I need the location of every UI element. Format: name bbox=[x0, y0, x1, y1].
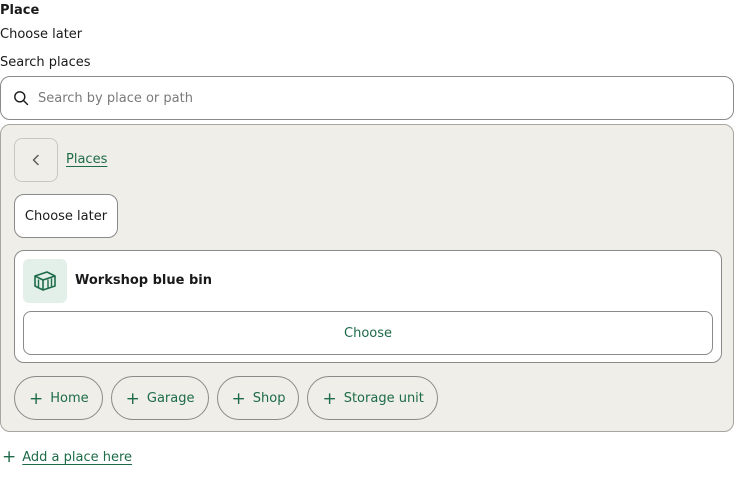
search-icon bbox=[14, 91, 29, 106]
chip-garage[interactable]: + Garage bbox=[110, 376, 209, 420]
add-place-label: Add a place here bbox=[22, 450, 133, 465]
search-box[interactable] bbox=[0, 76, 734, 120]
chip-label: Home bbox=[50, 390, 89, 406]
place-name: Workshop blue bin bbox=[75, 273, 212, 288]
plus-icon: + bbox=[322, 388, 337, 409]
place-chip-list: + Home + Garage + Shop + Storage unit bbox=[14, 376, 438, 420]
back-button[interactable] bbox=[14, 138, 58, 182]
place-icon-tile bbox=[23, 259, 67, 303]
plus-icon: + bbox=[29, 388, 44, 409]
chip-home[interactable]: + Home bbox=[14, 376, 103, 420]
chip-label: Garage bbox=[146, 390, 195, 406]
bin-icon bbox=[34, 271, 56, 291]
plus-icon: + bbox=[231, 388, 246, 409]
search-label: Search places bbox=[0, 55, 91, 70]
choose-button[interactable]: Choose bbox=[23, 311, 713, 355]
current-selection-text: Choose later bbox=[0, 27, 83, 42]
breadcrumb-places-link[interactable]: Places bbox=[66, 152, 107, 167]
chevron-left-icon bbox=[32, 154, 39, 166]
place-card: Workshop blue bin Choose bbox=[14, 250, 722, 363]
chip-storage-unit[interactable]: + Storage unit bbox=[307, 376, 438, 420]
search-input[interactable] bbox=[38, 90, 638, 106]
field-label-place: Place bbox=[0, 3, 40, 18]
chip-shop[interactable]: + Shop bbox=[216, 376, 300, 420]
chip-label: Shop bbox=[252, 390, 286, 406]
add-place-link[interactable]: + Add a place here bbox=[2, 449, 132, 466]
choose-later-button[interactable]: Choose later bbox=[14, 194, 118, 238]
chip-label: Storage unit bbox=[343, 390, 424, 406]
place-browser-panel: Places Choose later Workshop blue bin Ch… bbox=[0, 124, 734, 432]
plus-icon: + bbox=[2, 447, 17, 467]
plus-icon: + bbox=[125, 388, 140, 409]
